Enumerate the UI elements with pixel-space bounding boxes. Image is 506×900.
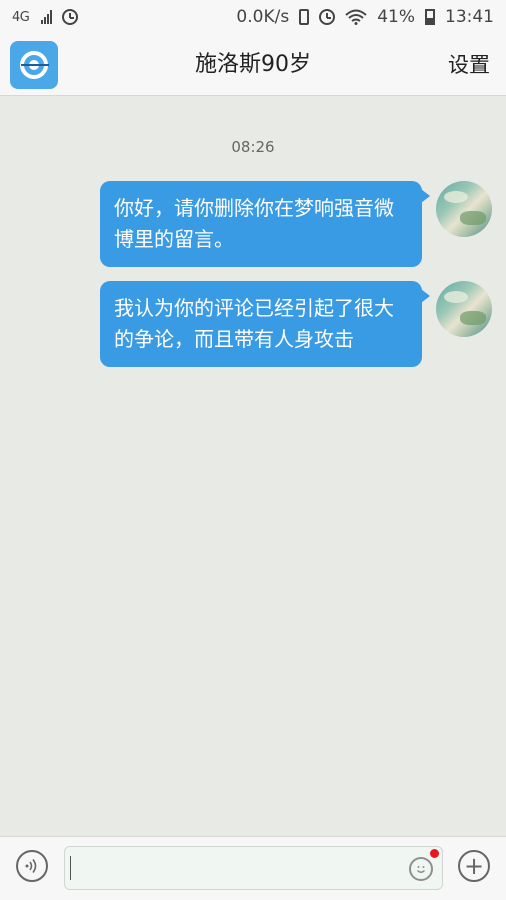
message-input[interactable] [64, 846, 443, 890]
plus-icon[interactable]: + [458, 850, 490, 882]
notification-dot [430, 849, 439, 858]
avatar[interactable] [436, 181, 492, 237]
alarm-icon [319, 9, 336, 25]
battery-icon [425, 9, 435, 25]
input-bar: + [0, 836, 506, 900]
avatar[interactable] [436, 281, 492, 337]
vibrate-icon [299, 9, 310, 25]
message-timestamp: 08:26 [231, 138, 275, 156]
text-caret [70, 856, 71, 880]
settings-button[interactable]: 设置 [448, 34, 490, 96]
message-row: 你好，请你删除你在梦响强音微博里的留言。 [100, 181, 492, 267]
message-row: 我认为你的评论已经引起了很大的争论，而且带有人身攻击 [100, 281, 492, 367]
status-bar: 4G 0.0K/s 41% 13:41 [0, 0, 506, 34]
signal-icon [41, 10, 53, 24]
status-right: 0.0K/s 41% 13:41 [236, 7, 494, 27]
page-title: 施洛斯90岁 [195, 52, 311, 77]
alarm-icon [62, 9, 79, 25]
message-bubble[interactable]: 你好，请你删除你在梦响强音微博里的留言。 [100, 181, 430, 267]
network-type: 4G [12, 9, 30, 25]
message-bubble[interactable]: 我认为你的评论已经引起了很大的争论，而且带有人身攻击 [100, 281, 430, 367]
status-left: 4G [12, 9, 79, 25]
voice-icon[interactable] [16, 850, 48, 882]
emoji-icon[interactable] [409, 857, 433, 881]
battery-percent: 41% [377, 7, 415, 27]
wifi-icon [345, 9, 367, 25]
chat-header: 施洛斯90岁 设置 [0, 34, 506, 96]
clock: 13:41 [445, 7, 494, 27]
network-speed: 0.0K/s [236, 7, 290, 27]
